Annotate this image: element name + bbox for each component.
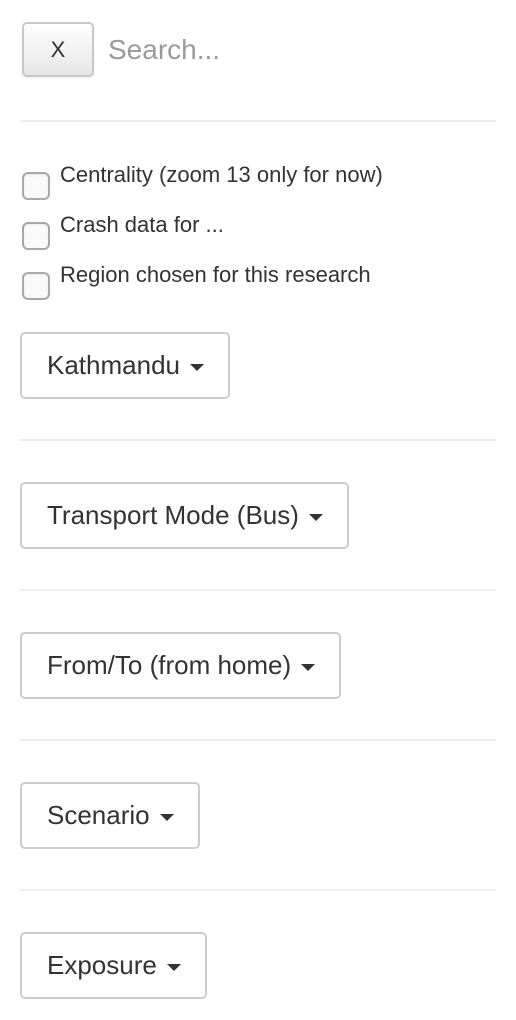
caret-down-icon bbox=[166, 963, 181, 971]
checkbox-label: Crash data for ... bbox=[60, 212, 224, 237]
divider bbox=[20, 589, 496, 591]
caret-down-icon bbox=[189, 363, 204, 371]
close-search-label: X bbox=[50, 36, 66, 62]
layer-checkbox-centrality[interactable]: Centrality (zoom 13 only for now) bbox=[22, 162, 383, 202]
exposure-dropdown[interactable]: Exposure bbox=[20, 932, 207, 999]
scenario-dropdown[interactable]: Scenario bbox=[20, 782, 200, 849]
caret-down-icon bbox=[159, 813, 174, 821]
divider bbox=[20, 739, 496, 741]
layer-checkbox-region[interactable]: Region chosen for this research bbox=[22, 262, 371, 302]
search-input[interactable] bbox=[106, 26, 490, 74]
scenario-label: Scenario bbox=[47, 800, 150, 830]
checkbox-label: Region chosen for this research bbox=[60, 262, 371, 287]
divider bbox=[20, 120, 496, 122]
caret-down-icon bbox=[308, 513, 323, 521]
divider bbox=[20, 439, 496, 441]
close-search-button[interactable]: X bbox=[22, 22, 94, 77]
caret-down-icon bbox=[301, 663, 316, 671]
from-to-label: From/To (from home) bbox=[47, 650, 292, 680]
checkbox-label: Centrality (zoom 13 only for now) bbox=[60, 162, 383, 187]
checkbox[interactable] bbox=[22, 172, 50, 200]
region-dropdown[interactable]: Kathmandu bbox=[20, 332, 230, 399]
layer-checkbox-crash-data[interactable]: Crash data for ... bbox=[22, 212, 224, 252]
layer-control-panel: X Centrality (zoom 13 only for now) Cras… bbox=[0, 0, 516, 1020]
transport-mode-dropdown[interactable]: Transport Mode (Bus) bbox=[20, 482, 349, 549]
region-dropdown-label: Kathmandu bbox=[47, 350, 180, 380]
transport-mode-label: Transport Mode (Bus) bbox=[47, 500, 299, 530]
exposure-label: Exposure bbox=[47, 950, 157, 980]
checkbox[interactable] bbox=[22, 222, 50, 250]
divider bbox=[20, 889, 496, 891]
from-to-dropdown[interactable]: From/To (from home) bbox=[20, 632, 342, 699]
checkbox[interactable] bbox=[22, 272, 50, 300]
